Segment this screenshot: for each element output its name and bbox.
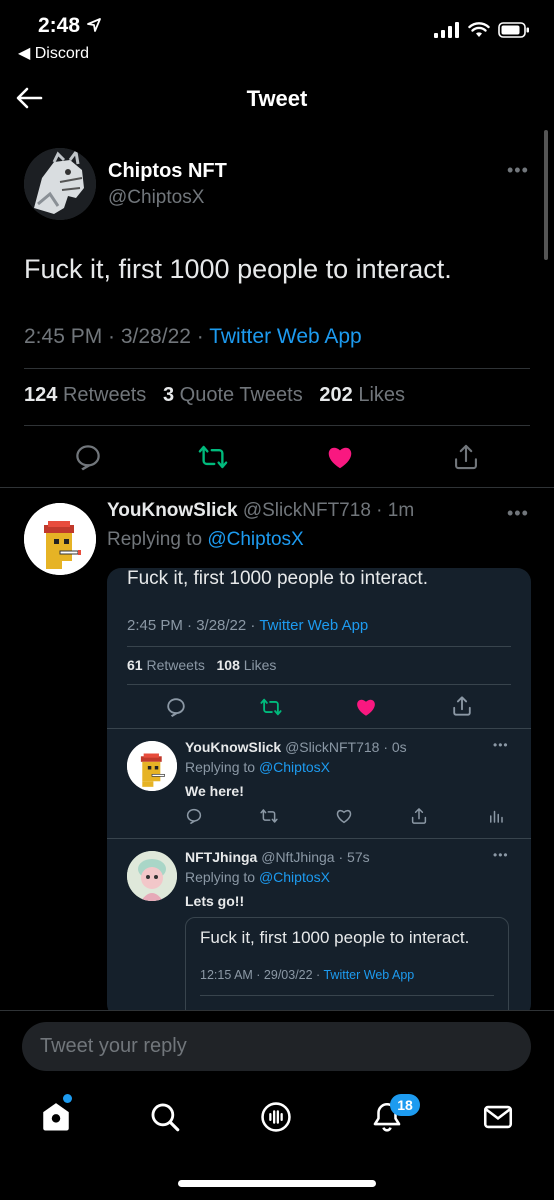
avatar [127,851,177,901]
divider [24,425,530,426]
notifications-badge: 18 [390,1094,420,1116]
sub-replying-to: Replying to @ChiptosX [185,869,330,885]
reply-header: YouKnowSlick @SlickNFT718 · 1m [107,500,414,522]
reply-input-placeholder: Tweet your reply [40,1035,187,1057]
divider [127,646,511,647]
quotes-stat[interactable]: 3 Quote Tweets [163,384,303,406]
retweets-stat[interactable]: 124 Retweets [24,384,146,406]
location-arrow-icon [86,18,101,32]
sub-reply-icon [185,807,203,830]
share-icon[interactable] [448,440,484,474]
sub-reply-text: Lets go!! [185,893,245,909]
more-options-icon[interactable]: ••• [507,503,529,524]
avatar[interactable] [24,148,96,220]
battery-icon [498,22,529,38]
tweet-meta: 2:45 PM · 3/28/22 · Twitter Web App [24,325,362,349]
back-to-discord[interactable]: ◀ Discord [18,43,89,63]
attached-image[interactable]: Fuck it, first 1000 people to interact. … [107,568,531,1018]
retweet-icon[interactable] [195,440,231,474]
card-stats: 61 Retweets 108 Likes [127,657,277,673]
more-options-icon[interactable]: ••• [507,160,529,181]
card-tweet-meta: 2:45 PM · 3/28/22 · Twitter Web App [127,617,369,634]
divider [127,684,511,685]
reply-author-handle[interactable]: @SlickNFT718 [243,500,371,521]
sub-like-icon [335,807,353,830]
signal-icon [434,22,459,38]
sub-share-icon [410,807,428,830]
inner-quote-meta: 12:15 AM · 29/03/22 · Twitter Web App [200,968,415,982]
status-time: 2:48 [38,14,102,38]
reply-icon[interactable] [70,440,106,474]
sub-reply-header: NFTJhinga @NftJhinga · 57s [185,849,370,865]
card-source: Twitter Web App [259,617,369,634]
card-reply-icon [165,696,187,723]
sub-reply-text: We here! [185,783,244,799]
divider [24,368,530,369]
tweet-stats: 124 Retweets 3 Quote Tweets 202 Likes [24,384,405,407]
tweet-source-link[interactable]: Twitter Web App [209,325,362,348]
card-tweet-text: Fuck it, first 1000 people to interact. [127,568,428,589]
sub-replying-to: Replying to @ChiptosX [185,759,330,775]
likes-stat[interactable]: 202 Likes [319,384,405,406]
replying-to-link[interactable]: @ChiptosX [207,529,303,550]
sub-reply-header: YouKnowSlick @SlickNFT718 · 0s [185,739,407,755]
home-icon[interactable] [38,1100,74,1139]
status-icons [434,22,530,38]
reply-author-name[interactable]: YouKnowSlick [107,500,238,521]
more-options-icon: ••• [493,738,509,752]
like-filled-icon[interactable] [322,440,358,474]
spaces-icon[interactable] [259,1100,293,1139]
more-options-icon: ••• [493,848,509,862]
author-name[interactable]: Chiptos NFT [108,160,227,183]
card-like-icon [355,696,377,723]
divider [0,487,554,488]
messages-icon[interactable] [481,1100,515,1139]
scroll-indicator [544,130,548,260]
inner-quoted-tweet: Fuck it, first 1000 people to interact. … [185,917,509,1018]
divider [200,995,494,996]
wifi-icon [468,22,490,37]
inner-quote-text: Fuck it, first 1000 people to interact. [200,928,470,947]
avatar[interactable] [24,503,96,575]
search-icon[interactable] [148,1100,182,1139]
tweet-text: Fuck it, first 1000 people to interact. [24,254,452,284]
card-retweet-icon [259,696,283,723]
divider [107,838,531,839]
sub-retweet-icon [259,807,279,830]
card-share-icon [451,695,473,722]
home-new-indicator [63,1094,72,1103]
author-handle[interactable]: @ChiptosX [108,187,204,209]
reply-age: · 1m [370,500,415,521]
home-indicator[interactable] [178,1180,376,1187]
sub-analytics-icon [487,807,505,830]
tweet-time: 2:45 PM · 3/28/22 · [24,325,210,348]
page-title: Tweet [246,86,308,111]
avatar [127,741,177,791]
divider [107,728,531,729]
replying-to: Replying to @ChiptosX [107,529,304,550]
